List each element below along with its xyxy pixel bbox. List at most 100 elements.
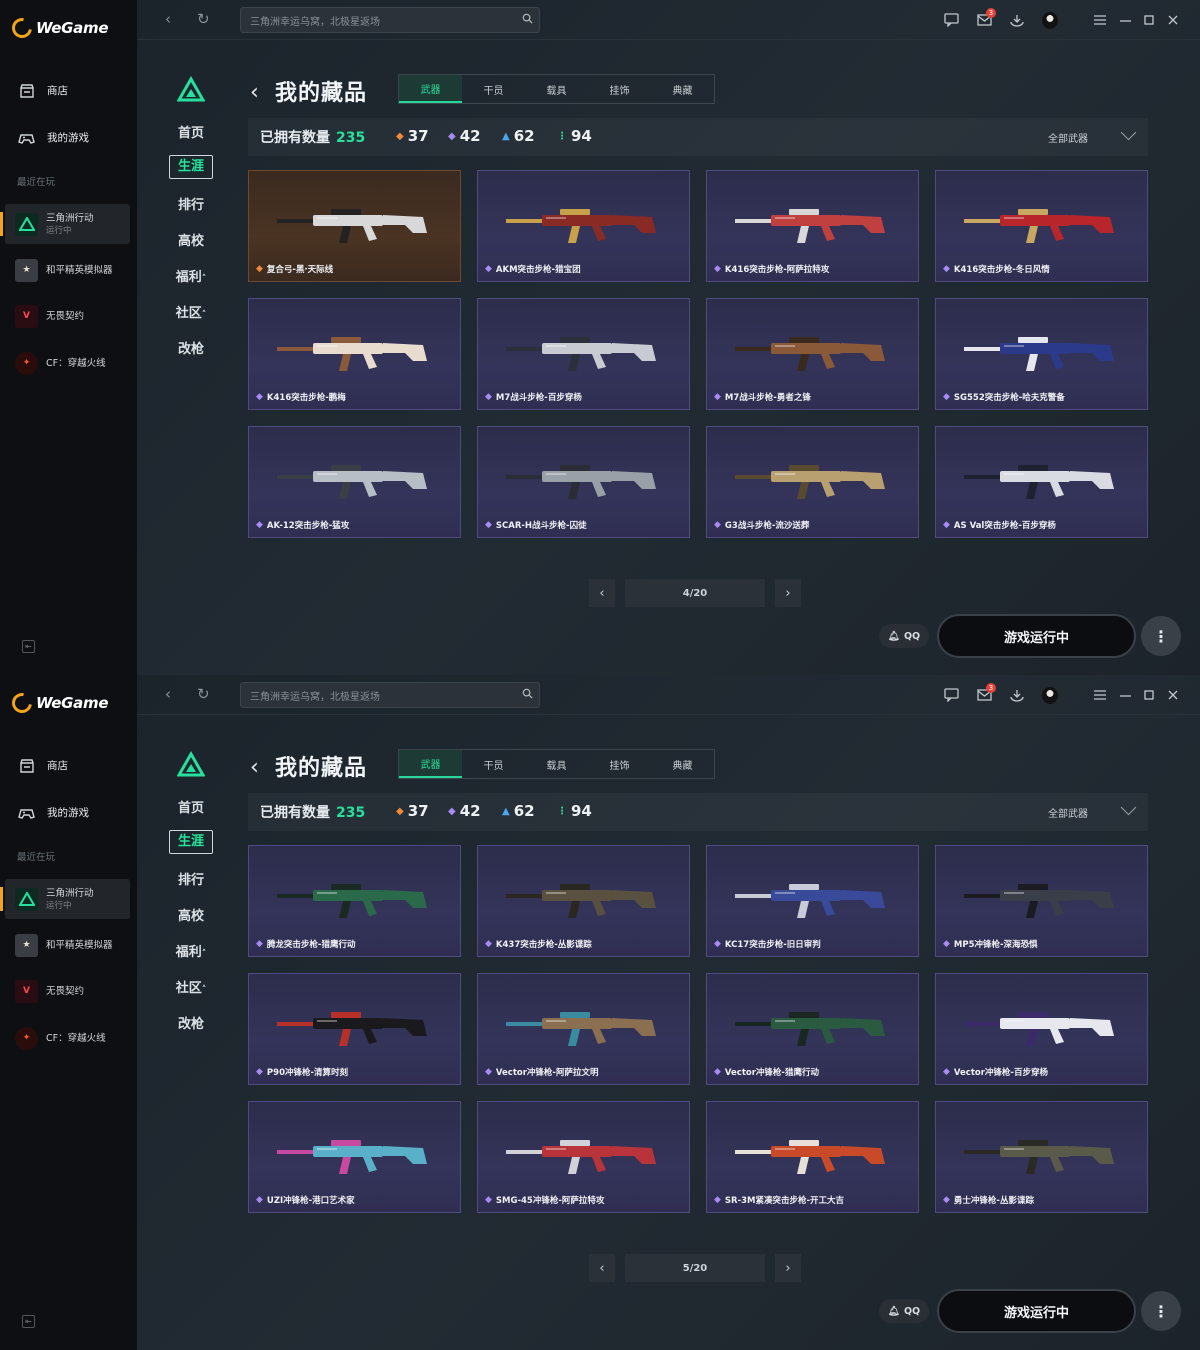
game-nav-welfare[interactable]: 福利˄: [169, 266, 213, 285]
weapon-card[interactable]: ◆ Vector冲锋枪-百步穿杨: [935, 973, 1148, 1085]
game-nav-welfare[interactable]: 福利˄: [169, 941, 213, 960]
game-nav-home[interactable]: 首页: [169, 797, 213, 816]
search-icon[interactable]: [522, 13, 533, 24]
tab-weapons[interactable]: 武器: [399, 750, 462, 778]
maximize-icon[interactable]: [1141, 687, 1157, 703]
game-nav-gunsmith[interactable]: 改枪: [169, 338, 213, 357]
mail-icon[interactable]: 3: [976, 683, 996, 703]
next-page-button[interactable]: ›: [775, 1254, 801, 1282]
sidebar-item-store[interactable]: 商店: [18, 82, 68, 99]
search-input[interactable]: 三角洲幸运乌窝，北极星返场: [240, 7, 540, 33]
weapon-card[interactable]: ◆ K416突击步枪-冬日风情: [935, 170, 1148, 282]
chevron-down-icon[interactable]: [1120, 799, 1137, 816]
tab-weapons[interactable]: 武器: [399, 75, 462, 103]
more-options-icon[interactable]: ⋮: [1141, 616, 1181, 656]
game-running-button[interactable]: 游戏运行中: [937, 614, 1136, 658]
game-nav-career[interactable]: 生涯: [169, 830, 213, 854]
sidebar-item-my-games[interactable]: 我的游戏: [18, 804, 89, 821]
game-nav-home[interactable]: 首页: [169, 122, 213, 141]
tab-vehicles[interactable]: 载具: [525, 750, 588, 778]
avatar[interactable]: [1042, 686, 1058, 704]
weapon-card[interactable]: ◆ SMG-45冲锋枪-阿萨拉特攻: [477, 1101, 690, 1213]
recent-game-pubg-sim[interactable]: ★ 和平精英模拟器: [5, 925, 130, 965]
close-icon[interactable]: [1165, 12, 1181, 28]
recent-game-crossfire[interactable]: ✦ CF：穿越火线: [5, 343, 130, 383]
recent-game-crossfire[interactable]: ✦ CF：穿越火线: [5, 1018, 130, 1058]
avatar[interactable]: [1042, 11, 1058, 29]
sidebar-item-store[interactable]: 商店: [18, 757, 68, 774]
close-icon[interactable]: [1165, 687, 1181, 703]
weapon-card[interactable]: ◆ 勇士冲锋枪-丛影谍踪: [935, 1101, 1148, 1213]
weapon-card[interactable]: ◆ MP5冲锋枪-深海恐惧: [935, 845, 1148, 957]
refresh-icon[interactable]: ↻: [197, 10, 210, 28]
minimize-icon[interactable]: [1117, 12, 1133, 28]
weapon-card[interactable]: ◆ SG552突击步枪-哈夫克警备: [935, 298, 1148, 410]
back-arrow-icon[interactable]: ‹: [165, 685, 171, 703]
weapon-card[interactable]: ◆ KC17突击步枪-旧日审判: [706, 845, 919, 957]
menu-icon[interactable]: [1092, 12, 1108, 28]
weapon-card[interactable]: ◆ K416突击步枪-阿萨拉特攻: [706, 170, 919, 282]
game-nav-community[interactable]: 社区˄: [169, 302, 213, 321]
weapon-card[interactable]: ◆ Vector冲锋枪-阿萨拉文明: [477, 973, 690, 1085]
weapon-filter-dropdown[interactable]: 全部武器: [1048, 130, 1088, 145]
weapon-card[interactable]: ◆ P90冲锋枪-清算时刻: [248, 973, 461, 1085]
game-nav-gunsmith[interactable]: 改枪: [169, 1013, 213, 1032]
game-nav-career[interactable]: 生涯: [169, 155, 213, 179]
tab-vehicles[interactable]: 载具: [525, 75, 588, 103]
back-chevron-icon[interactable]: ‹: [250, 80, 259, 105]
game-nav-community[interactable]: 社区˄: [169, 977, 213, 996]
qq-button[interactable]: 🔔︎ QQ: [879, 1299, 929, 1323]
weapon-filter-dropdown[interactable]: 全部武器: [1048, 805, 1088, 820]
menu-icon[interactable]: [1092, 687, 1108, 703]
weapon-card[interactable]: ◆ G3战斗步枪-流沙送葬: [706, 426, 919, 538]
refresh-icon[interactable]: ↻: [197, 685, 210, 703]
weapon-card[interactable]: ◆ AK-12突击步枪-猛攻: [248, 426, 461, 538]
game-running-button[interactable]: 游戏运行中: [937, 1289, 1136, 1333]
chevron-down-icon[interactable]: [1120, 124, 1137, 141]
tab-operators[interactable]: 干员: [462, 750, 525, 778]
tab-charms[interactable]: 挂饰: [588, 750, 651, 778]
tab-collectibles[interactable]: 典藏: [651, 75, 714, 103]
weapon-card[interactable]: ◆ Vector冲锋枪-猎鹰行动: [706, 973, 919, 1085]
download-icon[interactable]: [1009, 687, 1025, 703]
download-icon[interactable]: [1009, 12, 1025, 28]
tab-collectibles[interactable]: 典藏: [651, 750, 714, 778]
qq-button[interactable]: 🔔︎ QQ: [879, 624, 929, 648]
game-nav-college[interactable]: 高校: [169, 905, 213, 924]
search-icon[interactable]: [522, 688, 533, 699]
chat-icon[interactable]: [943, 687, 959, 703]
back-chevron-icon[interactable]: ‹: [250, 755, 259, 780]
next-page-button[interactable]: ›: [775, 579, 801, 607]
sidebar-item-my-games[interactable]: 我的游戏: [18, 129, 89, 146]
weapon-card[interactable]: ◆ AS Val突击步枪-百步穿杨: [935, 426, 1148, 538]
minimize-icon[interactable]: [1117, 687, 1133, 703]
chat-icon[interactable]: [943, 12, 959, 28]
weapon-card[interactable]: ◆ 复合弓-黑·天际线: [248, 170, 461, 282]
prev-page-button[interactable]: ‹: [589, 1254, 615, 1282]
collapse-sidebar-icon[interactable]: ⇤: [22, 1315, 35, 1328]
tab-operators[interactable]: 干员: [462, 75, 525, 103]
recent-game-valorant[interactable]: V 无畏契约: [5, 296, 130, 336]
wegame-logo[interactable]: WeGame: [8, 689, 109, 717]
recent-game-pubg-sim[interactable]: ★ 和平精英模拟器: [5, 250, 130, 290]
game-nav-college[interactable]: 高校: [169, 230, 213, 249]
prev-page-button[interactable]: ‹: [589, 579, 615, 607]
game-nav-ranking[interactable]: 排行: [169, 869, 213, 888]
more-options-icon[interactable]: ⋮: [1141, 1291, 1181, 1331]
weapon-card[interactable]: ◆ M7战斗步枪-百步穿杨: [477, 298, 690, 410]
mail-icon[interactable]: 3: [976, 8, 996, 28]
weapon-card[interactable]: ◆ K416突击步枪-鹏梅: [248, 298, 461, 410]
tab-charms[interactable]: 挂饰: [588, 75, 651, 103]
wegame-logo[interactable]: WeGame: [8, 14, 109, 42]
recent-game-delta-force[interactable]: 三角洲行动 运行中: [0, 204, 130, 244]
weapon-card[interactable]: ◆ AKM突击步枪-猎宝团: [477, 170, 690, 282]
weapon-card[interactable]: ◆ SCAR-H战斗步枪-囚徒: [477, 426, 690, 538]
back-arrow-icon[interactable]: ‹: [165, 10, 171, 28]
search-input[interactable]: 三角洲幸运乌窝，北极星返场: [240, 682, 540, 708]
recent-game-delta-force[interactable]: 三角洲行动 运行中: [0, 879, 130, 919]
weapon-card[interactable]: ◆ M7战斗步枪-勇者之锋: [706, 298, 919, 410]
weapon-card[interactable]: ◆ SR-3M紧凑突击步枪-开工大吉: [706, 1101, 919, 1213]
game-nav-ranking[interactable]: 排行: [169, 194, 213, 213]
weapon-card[interactable]: ◆ 腾龙突击步枪-猎鹰行动: [248, 845, 461, 957]
weapon-card[interactable]: ◆ UZI冲锋枪-港口艺术家: [248, 1101, 461, 1213]
